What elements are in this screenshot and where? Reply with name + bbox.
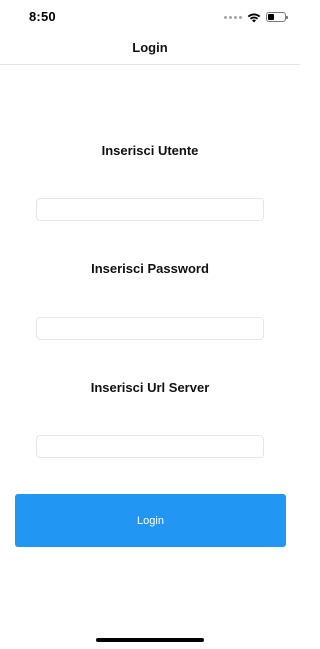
user-input[interactable] bbox=[36, 198, 264, 221]
wifi-icon bbox=[247, 13, 261, 22]
battery-icon bbox=[266, 12, 288, 22]
battery-level bbox=[268, 14, 275, 20]
password-input[interactable] bbox=[36, 317, 264, 340]
status-icons bbox=[224, 11, 288, 23]
status-bar: 8:50 bbox=[0, 0, 300, 34]
login-screen: 8:50 Login Inserisci Utente Inserisci Pa… bbox=[0, 0, 300, 649]
page-title: Login bbox=[132, 40, 168, 55]
password-label: Inserisci Password bbox=[91, 261, 209, 276]
home-indicator bbox=[96, 638, 204, 642]
status-time: 8:50 bbox=[29, 9, 56, 24]
server-url-input[interactable] bbox=[36, 435, 264, 458]
nav-header: Login bbox=[0, 34, 300, 65]
login-button[interactable]: Login bbox=[15, 494, 286, 547]
signal-dots-icon bbox=[224, 15, 242, 19]
user-label: Inserisci Utente bbox=[101, 143, 199, 158]
server-url-label: Inserisci Url Server bbox=[90, 380, 210, 395]
